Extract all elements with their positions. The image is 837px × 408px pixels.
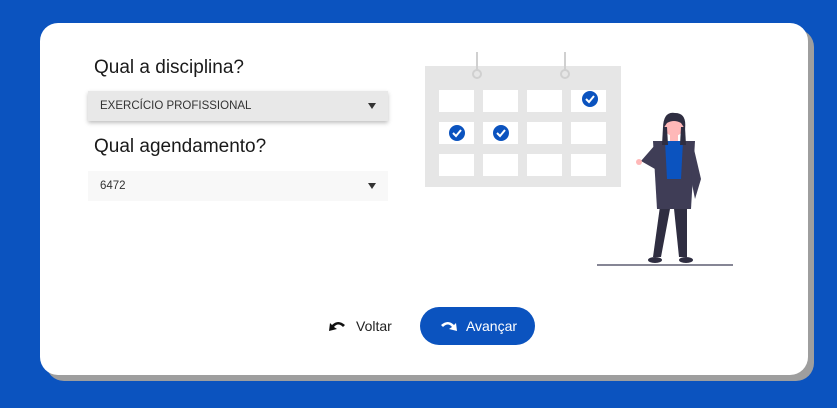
discipline-select[interactable]: EXERCÍCIO PROFISSIONAL [88, 91, 388, 121]
back-button[interactable]: Voltar [328, 311, 392, 341]
schedule-select[interactable]: 6472 [88, 171, 388, 201]
form-card: Qual a disciplina? EXERCÍCIO PROFISSIONA… [40, 23, 808, 375]
calendar-illustration [425, 52, 733, 266]
next-button-label: Avançar [465, 318, 518, 334]
redo-arrow-icon [438, 319, 458, 333]
next-button[interactable]: Avançar [420, 307, 535, 345]
caret-down-icon [368, 183, 376, 189]
check-circle-icon [493, 125, 509, 141]
undo-arrow-icon [328, 319, 348, 333]
discipline-question: Qual a disciplina? [94, 57, 244, 78]
discipline-select-value: EXERCÍCIO PROFISSIONAL [100, 100, 252, 112]
schedule-select-value: 6472 [100, 180, 126, 192]
caret-down-icon [368, 103, 376, 109]
back-button-label: Voltar [356, 318, 392, 334]
check-circle-icon [582, 91, 598, 107]
check-circle-icon [449, 125, 465, 141]
person-figure [636, 112, 701, 263]
schedule-question: Qual agendamento? [94, 136, 267, 157]
